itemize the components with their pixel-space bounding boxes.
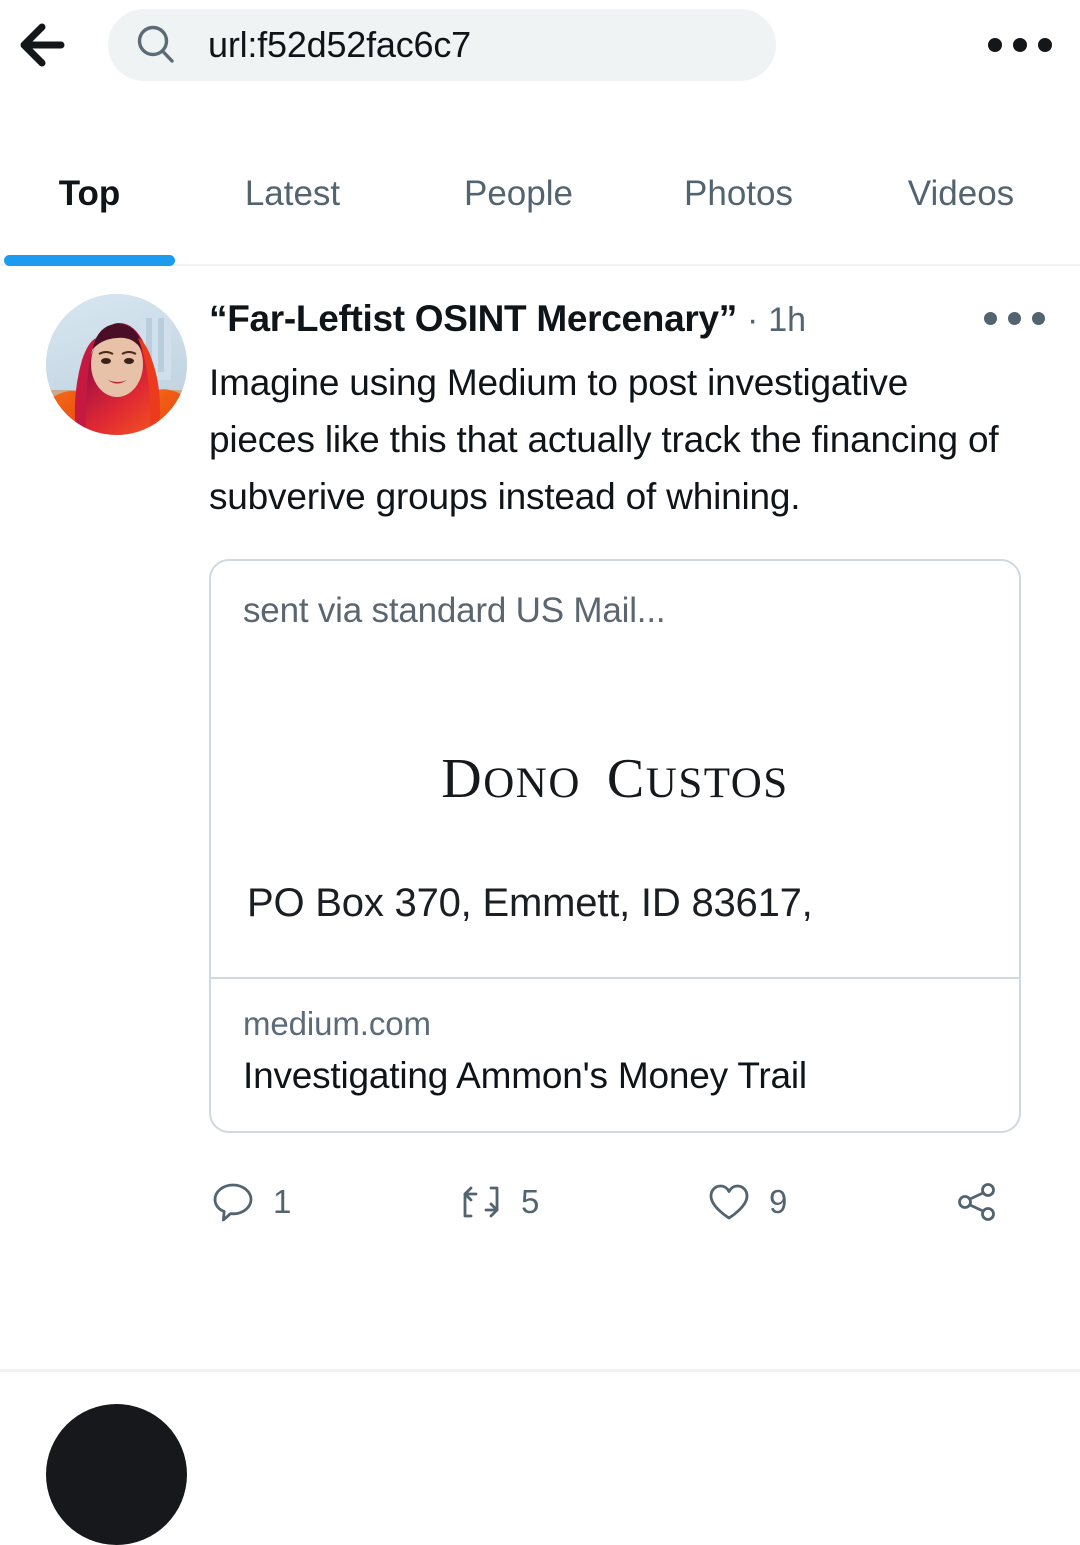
share-icon [953, 1178, 1001, 1226]
tweet-timestamp[interactable]: 1h [768, 301, 806, 340]
more-horizontal-icon [983, 312, 1045, 325]
link-preview-card[interactable]: sent via standard US Mail... DONO CUSTOS … [209, 558, 1021, 1133]
retweet-count: 5 [521, 1182, 540, 1220]
search-input-value[interactable]: url:f52d52fac6c7 [208, 24, 471, 66]
heart-icon [705, 1178, 753, 1226]
like-count: 9 [769, 1182, 788, 1220]
search-icon [134, 23, 178, 67]
next-tweet-avatar[interactable] [46, 1404, 187, 1545]
retweet-button[interactable]: 5 [457, 1178, 705, 1226]
tweet-header: “Far-Leftist OSINT Mercenary” · 1h [209, 298, 1054, 348]
brand-second-rest: USTOS [645, 759, 789, 807]
search-result-tabs: Top Latest People Photos Videos [0, 142, 1080, 266]
back-arrow-icon [20, 21, 76, 69]
brand-second-cap: C [606, 747, 646, 810]
brand-first-rest: ONO [483, 759, 581, 807]
tab-photos[interactable]: Photos [631, 142, 846, 266]
like-button[interactable]: 9 [705, 1178, 953, 1226]
more-horizontal-icon [988, 38, 1052, 52]
link-card-image: sent via standard US Mail... DONO CUSTOS … [211, 560, 1019, 979]
tweet-meta-separator: · [746, 301, 759, 339]
tweet-more-button[interactable] [974, 296, 1054, 342]
tab-people[interactable]: People [406, 142, 631, 266]
tab-people-label: People [464, 174, 573, 213]
link-card-brand-wordmark: DONO CUSTOS [211, 747, 1019, 811]
link-card-domain[interactable]: medium.com [243, 1005, 987, 1043]
avatar[interactable] [46, 294, 187, 435]
tweet-action-bar: 1 5 9 [209, 1159, 1021, 1245]
tab-top[interactable]: Top [0, 142, 179, 266]
link-card-address: PO Box 370, Emmett, ID 83617, [247, 880, 813, 925]
tweet-author-name[interactable]: “Far-Leftist OSINT Mercenary” [209, 298, 737, 340]
tab-latest-label: Latest [244, 174, 341, 213]
tab-latest[interactable]: Latest [179, 142, 406, 266]
link-card-title[interactable]: Investigating Ammon's Money Trail [243, 1055, 987, 1097]
back-button[interactable] [0, 0, 96, 90]
reply-button[interactable]: 1 [209, 1178, 457, 1226]
tab-top-label: Top [58, 174, 121, 213]
reply-icon [209, 1178, 257, 1226]
retweet-icon [457, 1178, 505, 1226]
share-button[interactable] [953, 1178, 1021, 1226]
tab-photos-label: Photos [684, 174, 793, 213]
reply-count: 1 [273, 1182, 292, 1220]
link-card-image-caption: sent via standard US Mail... [243, 590, 666, 630]
brand-first-cap: D [441, 747, 484, 810]
search-input[interactable]: url:f52d52fac6c7 [108, 9, 776, 81]
tab-active-underline [4, 255, 175, 266]
feed-divider [0, 1369, 1080, 1372]
tab-videos[interactable]: Videos [846, 142, 1076, 266]
header-more-button[interactable] [960, 0, 1080, 90]
link-card-footer: medium.com Investigating Ammon's Money T… [211, 979, 1019, 1131]
tab-videos-label: Videos [907, 174, 1015, 213]
top-bar: url:f52d52fac6c7 [0, 0, 1080, 90]
tweet-item[interactable]: “Far-Leftist OSINT Mercenary” · 1h Imagi… [0, 266, 1080, 1245]
tweet-text: Imagine using Medium to post investigati… [209, 361, 999, 517]
